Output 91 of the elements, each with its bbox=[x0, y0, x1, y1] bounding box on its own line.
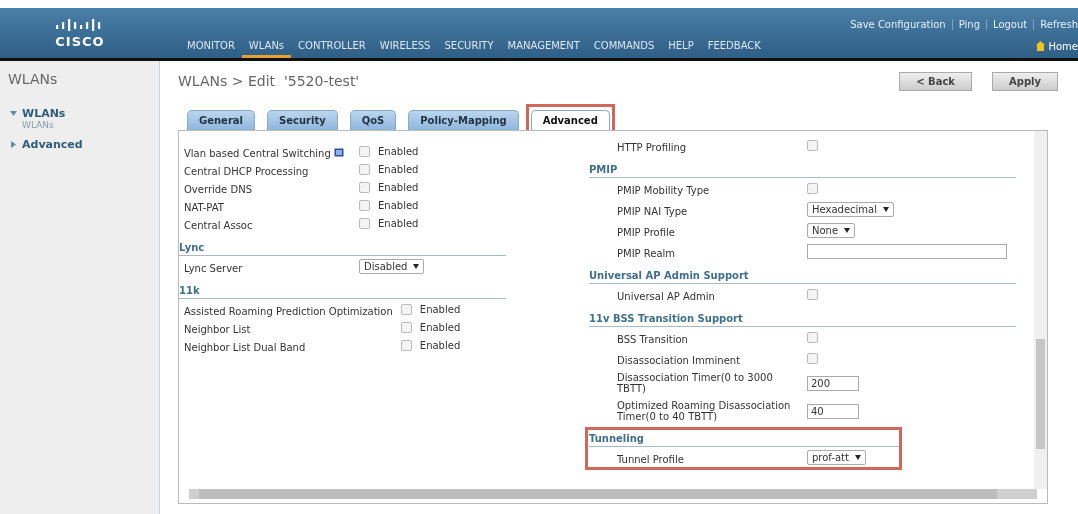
input-field[interactable] bbox=[807, 244, 1007, 259]
expanded-caret-icon[interactable] bbox=[10, 110, 17, 117]
field-label: Disassociation Timer(0 to 3000 TBTT) bbox=[617, 372, 774, 394]
dropdown[interactable]: Hexadecimal bbox=[807, 202, 894, 217]
sidebar-title: WLANs bbox=[8, 71, 59, 87]
vertical-scrollbar[interactable] bbox=[1034, 131, 1047, 489]
checkbox[interactable] bbox=[400, 304, 412, 315]
caret-icon bbox=[882, 207, 889, 212]
field-label: NAT-PAT bbox=[184, 202, 224, 213]
nav-tab[interactable]: WIRELESS bbox=[372, 40, 438, 58]
nav-tab[interactable]: COMMANDS bbox=[586, 40, 662, 58]
field-label: Central Assoc bbox=[184, 220, 253, 231]
checkbox[interactable] bbox=[807, 140, 818, 151]
header-link[interactable]: Save Configuration bbox=[850, 19, 946, 30]
caret-icon bbox=[844, 228, 851, 233]
checkbox-label: Enabled bbox=[378, 164, 419, 175]
tab[interactable]: Policy-Mapping bbox=[408, 110, 519, 130]
checkbox-label: Enabled bbox=[378, 218, 419, 229]
field-label: Override DNS bbox=[184, 184, 252, 195]
header-link[interactable]: Refresh bbox=[1040, 19, 1078, 30]
checkbox[interactable] bbox=[359, 182, 370, 193]
dropdown[interactable]: prof-att bbox=[807, 450, 866, 465]
checkbox-label: Enabled bbox=[419, 340, 461, 351]
field-label: Universal AP Admin bbox=[617, 291, 715, 302]
caret-icon bbox=[413, 264, 420, 269]
tab[interactable]: General bbox=[187, 110, 255, 130]
checkbox[interactable] bbox=[400, 340, 412, 351]
field-label: HTTP Profiling bbox=[617, 142, 687, 153]
checkbox[interactable] bbox=[359, 200, 370, 211]
home-link[interactable]: Home bbox=[1045, 41, 1078, 58]
nav-tab[interactable]: WLANs bbox=[241, 40, 292, 58]
checkbox[interactable] bbox=[807, 289, 818, 300]
field-label: Assisted Roaming Prediction Optimization bbox=[184, 306, 393, 317]
section-heading: Lync bbox=[179, 239, 506, 256]
field-label: PMIP Mobility Type bbox=[617, 185, 710, 196]
sidebar-item[interactable]: WLANs bbox=[22, 107, 66, 120]
field-label: Neighbor List Dual Band bbox=[184, 342, 306, 353]
checkbox[interactable] bbox=[807, 183, 818, 194]
checkbox-label: Enabled bbox=[419, 304, 461, 315]
nav-tab[interactable]: SECURITY bbox=[437, 40, 501, 58]
field-label: Disassociation Imminent bbox=[617, 355, 741, 366]
checkbox-label: Enabled bbox=[378, 146, 419, 157]
collapsed-caret-icon[interactable] bbox=[10, 141, 17, 148]
caret-icon bbox=[854, 455, 861, 460]
info-icon[interactable] bbox=[333, 148, 344, 157]
field-label: BSS Transition bbox=[617, 334, 688, 345]
nav-tab[interactable]: MONITOR bbox=[180, 40, 242, 58]
nav-tab[interactable]: HELP bbox=[661, 40, 701, 58]
checkbox-label: Enabled bbox=[378, 182, 419, 193]
field-label: PMIP NAI Type bbox=[617, 206, 688, 217]
field-label: Optimized Roaming Disassociation Timer(0 to 40 TBTT) bbox=[617, 400, 792, 422]
section-heading: Universal AP Admin Support bbox=[589, 267, 1016, 284]
field-label: Lync Server bbox=[184, 263, 243, 274]
checkbox-label: Enabled bbox=[378, 200, 419, 211]
header-link[interactable]: Ping bbox=[958, 19, 980, 30]
tab[interactable]: Security bbox=[267, 110, 338, 130]
section-heading: Tunneling bbox=[589, 430, 899, 447]
home-icon bbox=[1036, 41, 1046, 51]
logo-text: CISCO bbox=[55, 33, 105, 49]
action-button[interactable]: Apply bbox=[992, 71, 1058, 91]
checkbox-label: Enabled bbox=[419, 322, 461, 333]
action-button[interactable]: < Back bbox=[899, 71, 972, 91]
checkbox[interactable] bbox=[400, 322, 412, 333]
sidebar-item[interactable]: Advanced bbox=[22, 138, 83, 151]
checkbox[interactable] bbox=[359, 218, 370, 229]
checkbox[interactable] bbox=[807, 353, 818, 364]
field-label: Tunnel Profile bbox=[617, 454, 684, 465]
field-label: PMIP Realm bbox=[617, 248, 676, 259]
nav-tab[interactable]: MANAGEMENT bbox=[500, 40, 587, 58]
dropdown[interactable]: None bbox=[807, 223, 856, 238]
input-field[interactable]: 200 bbox=[807, 375, 859, 391]
field-label: Central DHCP Processing bbox=[184, 166, 309, 177]
section-heading: PMIP bbox=[589, 161, 1016, 178]
page-title: WLANs > Edit '5520-test' bbox=[178, 73, 360, 89]
section-heading: 11k bbox=[179, 282, 506, 299]
dropdown[interactable]: Disabled bbox=[359, 259, 425, 274]
field-label: PMIP Profile bbox=[617, 227, 675, 238]
cisco-logo[interactable]: CISCO bbox=[0, 8, 160, 58]
field-label: Neighbor List bbox=[184, 324, 251, 335]
checkbox[interactable] bbox=[359, 164, 370, 175]
tab[interactable]: Advanced bbox=[530, 110, 610, 130]
nav-tab[interactable]: CONTROLLER bbox=[291, 40, 373, 58]
field-label: Vlan based Central Switching bbox=[184, 148, 331, 159]
horizontal-scrollbar[interactable] bbox=[189, 489, 1037, 499]
input-field[interactable]: 40 bbox=[807, 403, 859, 419]
header-link[interactable]: Logout bbox=[993, 19, 1028, 30]
checkbox[interactable] bbox=[359, 146, 370, 157]
nav-tab[interactable]: FEEDBACK bbox=[700, 40, 768, 58]
section-heading: 11v BSS Transition Support bbox=[589, 310, 1016, 327]
tab[interactable]: QoS bbox=[349, 110, 397, 130]
checkbox[interactable] bbox=[807, 332, 818, 343]
